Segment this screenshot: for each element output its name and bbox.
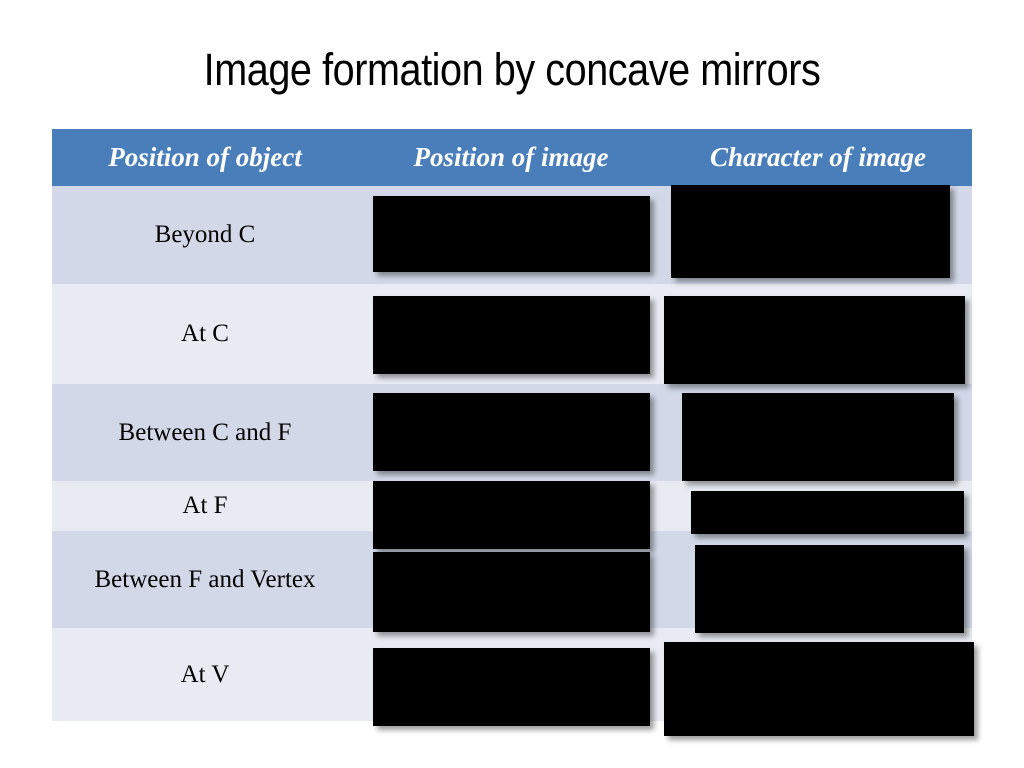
cell-position-of-object: At C (52, 284, 358, 384)
position-of-object-label: Between C and F (118, 418, 292, 446)
cell-position-of-object: Beyond C (52, 186, 358, 284)
position-of-object-label: Beyond C (154, 221, 256, 249)
table-header-row: Position of object Position of image Cha… (52, 129, 972, 186)
position-of-object-label: At F (182, 492, 228, 520)
redaction-r5c3 (695, 545, 964, 633)
position-of-object-label: At V (180, 660, 230, 688)
column-header-position-of-object: Position of object (52, 129, 358, 186)
redaction-r4c3 (691, 491, 964, 534)
redaction-r3c3 (682, 393, 954, 481)
redaction-r2c2 (373, 296, 650, 374)
column-header-position-of-image: Position of image (358, 129, 664, 186)
redaction-r2c3 (664, 296, 965, 384)
cell-position-of-object: Between F and Vertex (52, 531, 358, 628)
column-header-character-of-image: Character of image (664, 129, 972, 186)
redaction-r3c2 (373, 393, 650, 471)
redaction-r6c2 (373, 648, 650, 726)
position-of-object-label: At C (181, 320, 229, 348)
position-of-object-label: Between F and Vertex (94, 565, 316, 593)
cell-position-of-object: At V (52, 628, 358, 721)
page-title: Image formation by concave mirrors (203, 44, 821, 95)
redaction-r1c2 (373, 196, 650, 272)
redaction-r1c3 (671, 185, 950, 278)
redaction-r5c2 (373, 552, 650, 632)
redaction-r6c3 (664, 642, 974, 736)
redaction-r4c2 (373, 481, 650, 549)
cell-position-of-object: Between C and F (52, 384, 358, 481)
cell-position-of-object: At F (52, 481, 358, 531)
